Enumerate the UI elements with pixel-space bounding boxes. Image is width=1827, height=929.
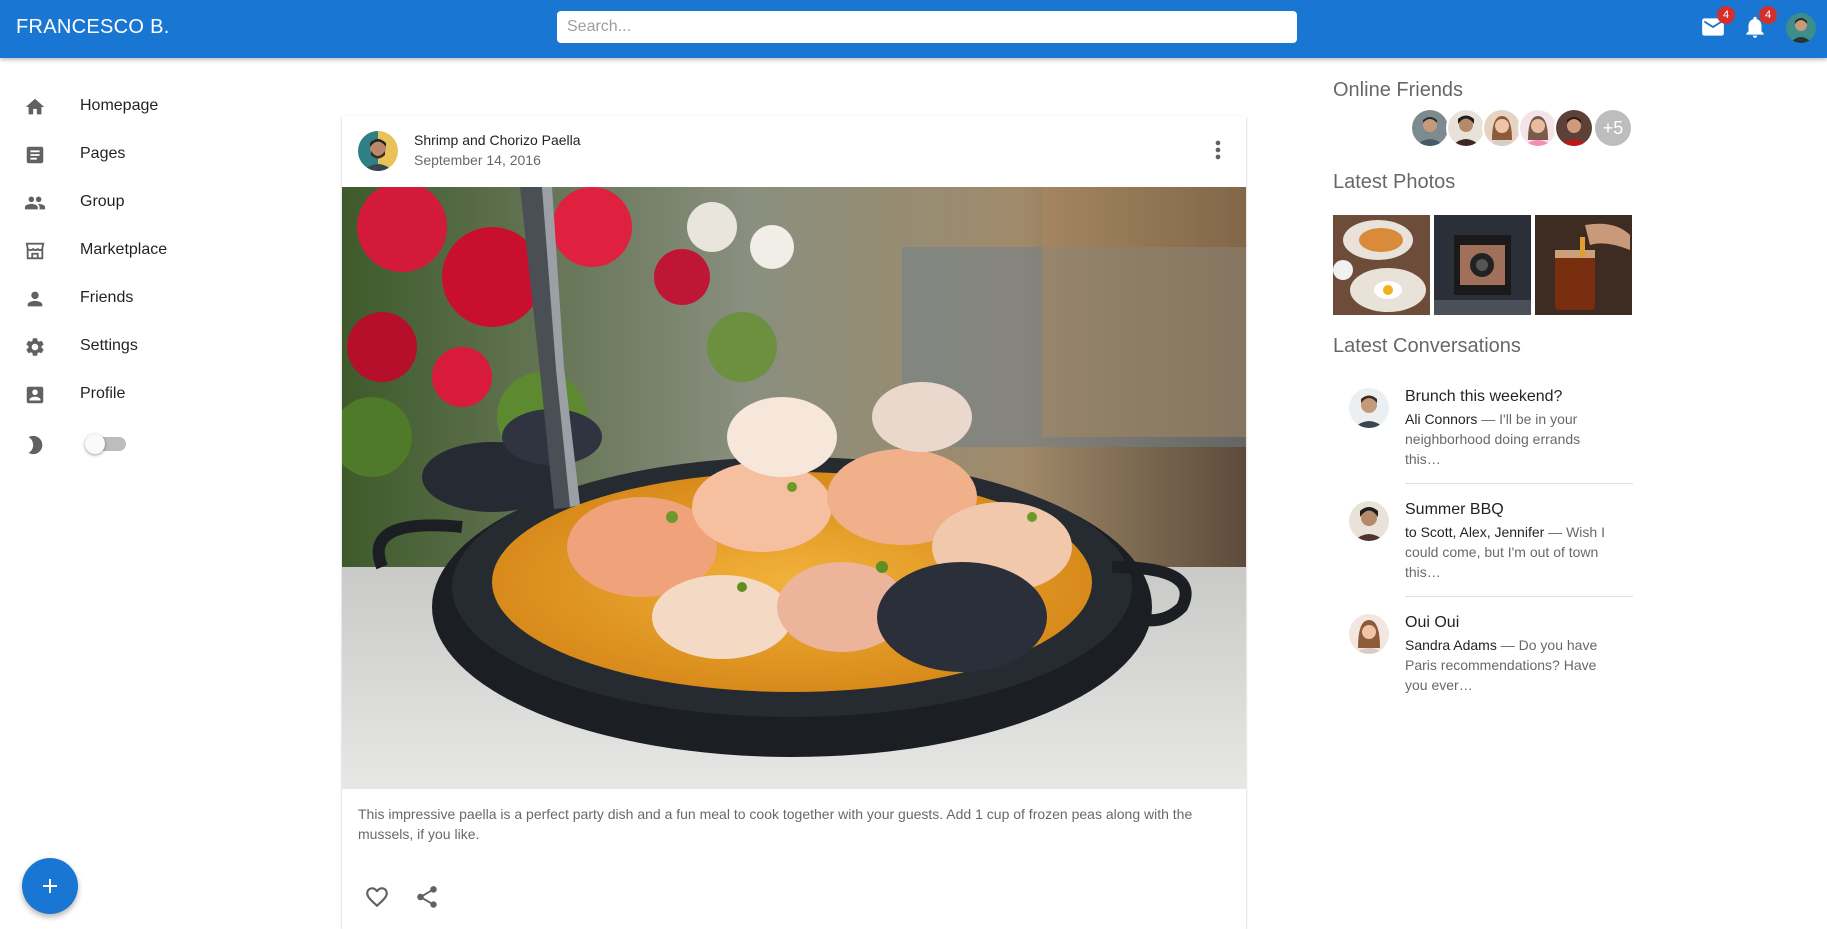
post-image [342, 187, 1246, 789]
online-friend-avatar[interactable] [1446, 108, 1486, 148]
sidebar-item-label: Settings [80, 337, 138, 354]
latest-photos-title: Latest Photos [1333, 171, 1456, 193]
latest-photo-thumbnail[interactable] [1333, 215, 1430, 315]
conversation-preview: to Scott, Alex, Jennifer — Wish I could … [1405, 522, 1615, 582]
sidebar-item-homepage[interactable]: Homepage [0, 87, 260, 127]
conversation-item[interactable]: Oui Oui Sandra Adams — Do you have Paris… [1333, 614, 1633, 694]
sidebar-item-friends[interactable]: Friends [0, 279, 260, 319]
sidebar-item-label: Homepage [80, 97, 159, 114]
person-icon [27, 291, 43, 307]
sidebar-item-label: Marketplace [80, 241, 168, 258]
more-vert-icon [1215, 140, 1221, 160]
post-more-button[interactable] [1204, 136, 1232, 164]
moon-icon [28, 435, 43, 455]
conversation-title: Brunch this weekend? [1405, 388, 1563, 405]
gear-icon [26, 338, 44, 356]
mail-badge: 4 [1717, 6, 1735, 24]
conversation-title: Summer BBQ [1405, 501, 1504, 518]
share-button[interactable] [414, 884, 444, 914]
conversation-item[interactable]: Summer BBQ to Scott, Alex, Jennifer — Wi… [1333, 501, 1633, 581]
post-body: This impressive paella is a perfect part… [358, 806, 1193, 842]
mail-button[interactable]: 4 [1700, 6, 1735, 40]
group-icon [24, 196, 46, 210]
online-friend-avatar[interactable] [1482, 108, 1522, 148]
user-avatar[interactable] [1786, 13, 1816, 43]
sidebar-item-label: Friends [80, 289, 134, 306]
latest-photo-thumbnail[interactable] [1434, 215, 1531, 315]
notifications-button[interactable]: 4 [1742, 6, 1777, 40]
conversation-item[interactable]: Brunch this weekend? Ali Connors — I'll … [1333, 388, 1633, 468]
conversation-divider [1405, 483, 1633, 484]
online-friend-avatar[interactable] [1410, 108, 1450, 148]
conversation-preview: Ali Connors — I'll be in your neighborho… [1405, 409, 1615, 469]
add-fab-button[interactable] [22, 858, 78, 914]
conversation-avatar [1349, 388, 1389, 428]
post-title: Shrimp and Chorizo Paella [414, 132, 581, 148]
online-friend-avatar[interactable] [1554, 108, 1594, 148]
home-icon [25, 98, 45, 115]
toggle-knob [85, 434, 105, 454]
conversation-preview: Sandra Adams — Do you have Paris recomme… [1405, 635, 1615, 695]
online-friends-more-count[interactable]: +5 [1593, 108, 1633, 148]
dark-mode-toggle[interactable] [85, 434, 126, 454]
top-app-bar: FRANCESCO B. 4 4 [0, 0, 1827, 58]
conversation-sender: Sandra Adams [1405, 637, 1497, 653]
account-box-icon [26, 386, 44, 404]
conversation-sender: to Scott, Alex, Jennifer [1405, 524, 1545, 540]
conversation-avatar [1349, 614, 1389, 654]
sidebar-item-pages[interactable]: Pages [0, 135, 260, 175]
app-title: FRANCESCO B. [16, 16, 170, 38]
share-icon [417, 886, 437, 908]
latest-photo-thumbnail[interactable] [1535, 215, 1632, 315]
post-date: September 14, 2016 [414, 152, 541, 168]
plus-icon [43, 879, 57, 893]
post-author-avatar[interactable] [358, 131, 398, 171]
sidebar-item-settings[interactable]: Settings [0, 327, 260, 367]
heart-icon [366, 887, 388, 908]
search-input[interactable] [557, 11, 1297, 43]
online-friend-avatar[interactable] [1518, 108, 1558, 148]
conversation-sender: Ali Connors [1405, 411, 1478, 427]
conversation-avatar [1349, 501, 1389, 541]
post-card: Shrimp and Chorizo Paella September 14, … [342, 116, 1246, 929]
sidebar-item-label: Group [80, 193, 125, 210]
storefront-icon [25, 242, 45, 260]
like-button[interactable] [364, 884, 394, 914]
sidebar-item-label: Profile [80, 385, 126, 402]
conversation-title: Oui Oui [1405, 614, 1460, 631]
sidebar-item-label: Pages [80, 145, 126, 162]
sidebar-item-marketplace[interactable]: Marketplace [0, 231, 260, 271]
online-friends-title: Online Friends [1333, 79, 1464, 101]
sidebar-item-group[interactable]: Group [0, 183, 260, 223]
conversation-divider [1405, 596, 1633, 597]
article-icon [26, 146, 44, 164]
sidebar-item-profile[interactable]: Profile [0, 375, 260, 415]
notifications-badge: 4 [1759, 6, 1777, 24]
latest-conversations-title: Latest Conversations [1333, 335, 1521, 357]
